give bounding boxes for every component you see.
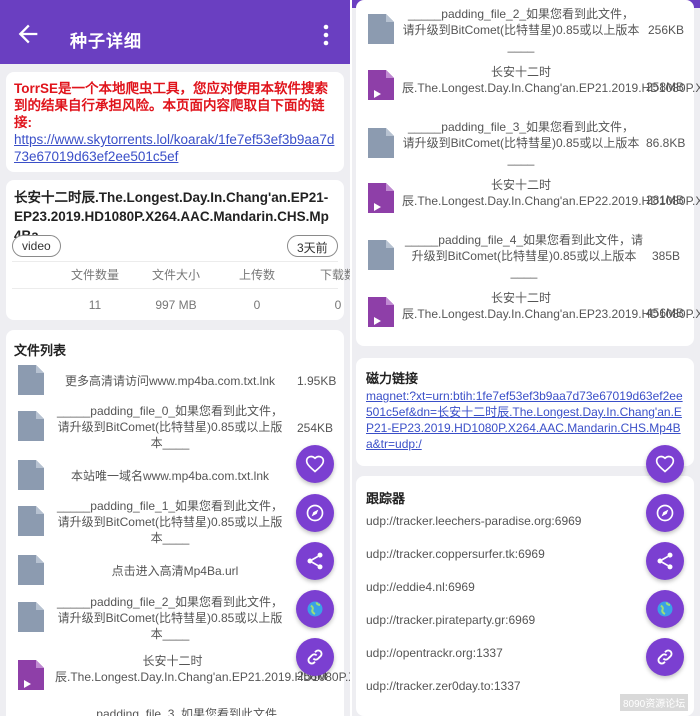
- file-name[interactable]: _____padding_file_2_如果您看到此文件，请升级到BitCome…: [402, 6, 640, 54]
- left-screen: 种子详细 TorrSE是一个本地爬虫工具，您应对使用本软件搜索到的结果自行承担风…: [0, 0, 350, 716]
- tracker-url[interactable]: udp://tracker.leechers-paradise.org:6969: [366, 514, 581, 528]
- file-icon: [18, 602, 44, 632]
- tracker-url[interactable]: udp://tracker.pirateparty.gr:6969: [366, 613, 535, 627]
- tracker-url[interactable]: udp://eddie4.nl:6969: [366, 580, 475, 594]
- file-size: 385B: [652, 249, 681, 263]
- browser-button[interactable]: [646, 590, 684, 628]
- share-button[interactable]: [296, 542, 334, 580]
- copy-link-button[interactable]: [296, 638, 334, 676]
- file-icon: [18, 506, 44, 536]
- watermark: 8090资源论坛: [620, 694, 689, 711]
- video-file-icon: [18, 660, 44, 690]
- source-link[interactable]: https://www.skytorrents.lol/koarak/1fe7e…: [14, 131, 336, 165]
- open-button[interactable]: [296, 494, 334, 532]
- file-name[interactable]: 本站唯一域名www.mp4ba.com.txt.lnk: [55, 468, 285, 484]
- browser-button[interactable]: [296, 590, 334, 628]
- file-size: 256KB: [648, 23, 685, 37]
- favorite-button[interactable]: [296, 445, 334, 483]
- heart-icon: [305, 455, 325, 473]
- magnet-title: 磁力链接: [366, 371, 419, 386]
- file-size: 86.8KB: [646, 136, 686, 150]
- stat-label: 上传数: [238, 268, 275, 282]
- stat-label: 下载数: [319, 268, 350, 282]
- age-chip: 3天前: [287, 235, 338, 257]
- stat-value: 0: [334, 298, 342, 312]
- file-icon: [368, 14, 394, 44]
- file-name[interactable]: 长安十二时辰.The.Longest.Day.In.Chang'an.EP21.…: [55, 653, 350, 685]
- file-icon: [368, 128, 394, 158]
- globe-icon: [657, 601, 673, 617]
- file-icon: [18, 460, 44, 490]
- file-name[interactable]: 更多高清请访问www.mp4ba.com.txt.lnk: [55, 373, 285, 389]
- tracker-url[interactable]: udp://tracker.coppersurfer.tk:6969: [366, 547, 545, 561]
- stat-value: 11: [88, 298, 102, 312]
- magnet-card: 磁力链接 magnet:?xt=urn:btih:1fe7ef53ef3b9aa…: [356, 358, 694, 466]
- torrent-name: 长安十二时辰.The.Longest.Day.In.Chang'an.EP21-…: [14, 190, 329, 243]
- file-name[interactable]: _____padding_file_1_如果您看到此文件，请升级到BitCome…: [55, 498, 285, 546]
- compass-icon: [306, 504, 324, 522]
- divider: [12, 288, 338, 289]
- link-icon: [657, 649, 673, 665]
- favorite-button[interactable]: [646, 445, 684, 483]
- file-name[interactable]: _____padding_file_3_如果您看到此文件，请升级到BitCome…: [402, 119, 640, 167]
- video-file-icon: [368, 297, 394, 327]
- file-icon: [18, 365, 44, 395]
- file-name[interactable]: _____padding_file_3_如果您看到此文件: [55, 706, 285, 716]
- file-size: 258MB: [646, 80, 685, 94]
- category-chip: video: [12, 235, 61, 257]
- file-size: 281MB: [646, 193, 685, 207]
- globe-icon: [307, 601, 323, 617]
- file-name[interactable]: _____padding_file_4_如果您看到此文件，请升级到BitCome…: [402, 232, 646, 280]
- more-options-icon[interactable]: [316, 22, 336, 48]
- file-icon: [18, 411, 44, 441]
- page-title: 种子详细: [70, 32, 142, 51]
- app-bar: 种子详细: [0, 0, 350, 64]
- video-file-icon: [368, 183, 394, 213]
- file-name[interactable]: 长安十二时辰.The.Longest.Day.In.Chang'an.EP22.…: [402, 177, 700, 209]
- file-icon: [18, 555, 44, 585]
- magnet-link[interactable]: magnet:?xt=urn:btih:1fe7ef53ef3b9aa7d73e…: [366, 388, 686, 452]
- video-file-icon: [368, 70, 394, 100]
- file-list-title: 文件列表: [14, 343, 67, 358]
- divider: [12, 261, 338, 262]
- tracker-title: 跟踪器: [366, 491, 406, 506]
- share-icon: [307, 552, 323, 570]
- copy-link-button[interactable]: [646, 638, 684, 676]
- tracker-card: 跟踪器 udp://tracker.leechers-paradise.org:…: [356, 476, 694, 716]
- share-button[interactable]: [646, 542, 684, 580]
- stat-label: 文件数量: [70, 268, 119, 282]
- disclaimer-text: TorrSE是一个本地爬虫工具，您应对使用本软件搜索到的结果自行承担风险。本页面…: [14, 81, 329, 130]
- stat-label: 文件大小: [151, 268, 200, 282]
- file-name[interactable]: _____padding_file_2_如果您看到此文件，请升级到BitCome…: [55, 594, 285, 642]
- link-icon: [307, 649, 323, 665]
- back-arrow-icon[interactable]: [14, 20, 42, 48]
- disclaimer-card: TorrSE是一个本地爬虫工具，您应对使用本软件搜索到的结果自行承担风险。本页面…: [6, 72, 344, 172]
- file-name[interactable]: 长安十二时辰.The.Longest.Day.In.Chang'an.EP23.…: [402, 290, 700, 322]
- file-size: 254KB: [297, 421, 334, 435]
- file-icon: [368, 240, 394, 270]
- stat-value: 0: [253, 298, 261, 312]
- file-name[interactable]: 点击进入高清Mp4Ba.url: [55, 563, 295, 579]
- tracker-url[interactable]: udp://tracker.zer0day.to:1337: [366, 679, 521, 693]
- share-icon: [657, 552, 673, 570]
- right-screen: _____padding_file_2_如果您看到此文件，请升级到BitCome…: [352, 0, 700, 716]
- tracker-url[interactable]: udp://opentrackr.org:1337: [366, 646, 503, 660]
- file-size: 456MB: [646, 306, 685, 320]
- file-name[interactable]: _____padding_file_0_如果您看到此文件，请升级到BitCome…: [55, 403, 285, 451]
- open-button[interactable]: [646, 494, 684, 532]
- file-name[interactable]: 长安十二时辰.The.Longest.Day.In.Chang'an.EP21.…: [402, 64, 700, 96]
- compass-icon: [656, 504, 674, 522]
- file-size: 1.95KB: [297, 374, 337, 388]
- stat-value: 997 MB: [155, 298, 197, 312]
- heart-icon: [655, 455, 675, 473]
